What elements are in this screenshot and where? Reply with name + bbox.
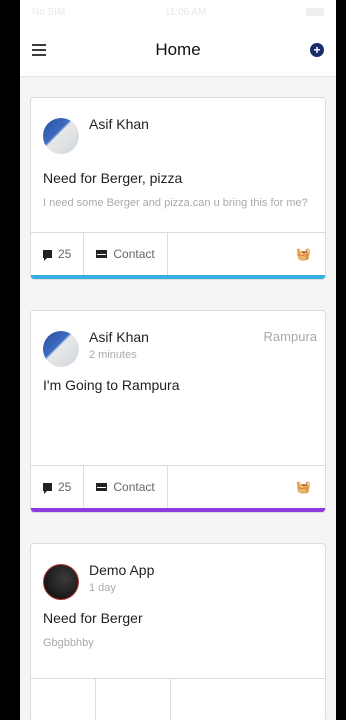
comment-icon [43,250,52,261]
comments-button[interactable]: 25 [31,233,85,275]
post-actions [31,678,325,720]
status-bar: No SIM 11:06 AM [20,0,336,24]
clock: 11:06 AM [164,6,207,18]
post-description: Gbgbbhby [43,637,94,649]
avatar [43,564,79,600]
post-author: Asif Khan [89,329,149,345]
post-feed: Asif Khan Need for Berger, pizza I need … [20,77,336,720]
basket-button[interactable]: 🧺 [282,233,325,275]
comment-count: 25 [58,247,72,261]
comment-icon [43,483,52,494]
actions-spacer [168,233,282,275]
contact-label: Contact [113,480,155,494]
status-indicators [305,8,324,16]
add-post-icon[interactable]: + [309,43,324,57]
contact-label: Contact [113,247,155,261]
post-title: I'm Going to Rampura [43,377,180,393]
post-actions: 25 Contact 🧺 [31,232,325,275]
contact-button[interactable] [96,679,171,720]
basket-button[interactable]: 🧺 [282,466,325,508]
comments-button[interactable]: 25 [31,466,85,508]
basket-icon: 🧺 [296,480,311,494]
avatar [43,331,79,367]
navigation-bar: Home + [20,24,336,77]
phone-screen: No SIM 11:06 AM Home + Asif Khan Need fo… [20,0,336,720]
post-author: Demo App [89,562,155,578]
contact-button[interactable]: Contact [84,466,168,508]
post-card[interactable]: Asif Khan Need for Berger, pizza I need … [30,97,326,280]
comments-button[interactable] [31,679,96,720]
card-accent-bar [31,275,325,279]
comment-count: 25 [58,480,72,494]
mail-icon [96,483,108,491]
carrier-label: No SIM [32,6,66,18]
battery-icon [305,8,324,16]
basket-icon: 🧺 [296,247,311,261]
post-time: 1 day [89,582,116,594]
post-time: 2 minutes [89,349,137,361]
contact-button[interactable]: Contact [84,233,168,275]
post-author: Asif Khan [89,116,149,132]
post-description: I need some Berger and pizza.can u bring… [43,197,308,209]
post-card[interactable]: Asif Khan 2 minutes Rampura I'm Going to… [30,310,326,513]
post-title: Need for Berger [43,610,143,626]
post-card[interactable]: Demo App 1 day Need for Berger Gbgbbhby [30,543,326,720]
card-accent-bar [31,508,325,512]
mail-icon [96,250,108,258]
post-location: Rampura [263,329,317,344]
avatar [43,118,79,154]
post-actions: 25 Contact 🧺 [31,465,325,508]
post-title: Need for Berger, pizza [43,170,183,186]
actions-spacer [168,466,282,508]
page-title: Home [155,40,201,59]
menu-icon[interactable] [32,44,46,56]
